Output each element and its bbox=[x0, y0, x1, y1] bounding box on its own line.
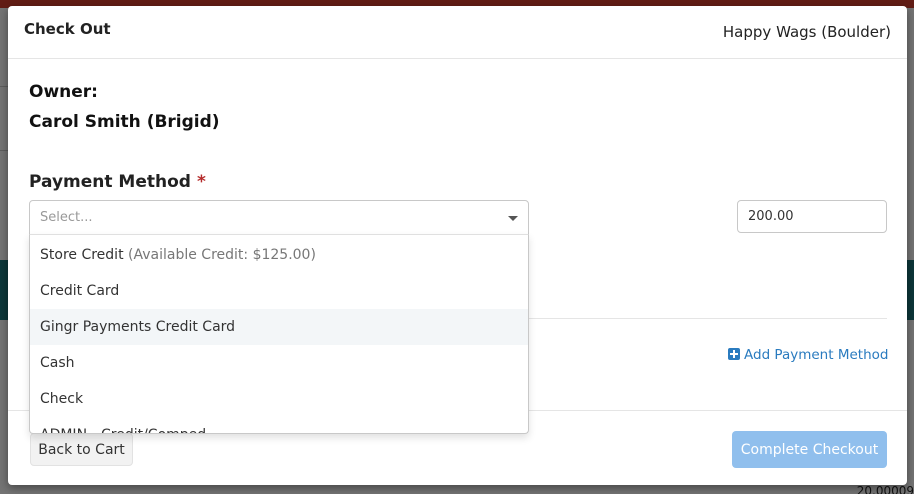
dropdown-option-label: Store Credit bbox=[40, 247, 124, 263]
dropdown-option-label: Credit Card bbox=[40, 283, 120, 299]
dropdown-option-text: Check bbox=[40, 391, 83, 407]
add-payment-method-label: Add Payment Method bbox=[744, 347, 889, 363]
payment-amount-input[interactable] bbox=[737, 200, 887, 233]
caret-down-icon[interactable] bbox=[508, 216, 518, 221]
required-marker: * bbox=[196, 172, 206, 192]
modal-header: Check Out Happy Wags (Boulder) bbox=[8, 6, 907, 59]
select-placeholder: Select... bbox=[40, 210, 93, 225]
dropdown-option-label: ADMIN - Credit/Comped bbox=[40, 427, 206, 433]
owner-name: Carol Smith (Brigid) bbox=[29, 112, 220, 132]
checkout-modal: Check Out Happy Wags (Boulder) Owner: Ca… bbox=[8, 6, 907, 485]
dropdown-option-text: ADMIN - Credit/Comped bbox=[40, 427, 206, 433]
complete-checkout-button[interactable]: Complete Checkout bbox=[732, 431, 887, 468]
payment-method-label-text: Payment Method bbox=[29, 172, 191, 192]
dropdown-option-text: Cash bbox=[40, 355, 75, 371]
dropdown-option-sublabel: (Available Credit: $125.00) bbox=[128, 247, 316, 263]
modal-title: Check Out bbox=[24, 20, 111, 38]
add-payment-method-link[interactable]: Add Payment Method bbox=[728, 347, 888, 363]
dropdown-option[interactable]: Store Credit (Available Credit: $125.00) bbox=[30, 237, 528, 273]
dropdown-option-text: Store Credit (Available Credit: $125.00) bbox=[40, 247, 316, 263]
dropdown-option[interactable]: Credit Card bbox=[30, 273, 528, 309]
dropdown-option[interactable]: Cash bbox=[30, 345, 528, 381]
dropdown-option[interactable]: ADMIN - Credit/Comped bbox=[30, 417, 528, 433]
payment-method-select[interactable]: Select... bbox=[29, 200, 529, 235]
dropdown-option-label: Check bbox=[40, 391, 84, 407]
plus-square-icon bbox=[728, 348, 740, 360]
back-to-cart-button[interactable]: Back to Cart bbox=[30, 433, 133, 466]
modal-location: Happy Wags (Boulder) bbox=[722, 23, 891, 41]
payment-method-label: Payment Method * bbox=[29, 172, 206, 192]
dropdown-option-label: Cash bbox=[40, 355, 75, 371]
payment-method-dropdown: Store Credit (Available Credit: $125.00)… bbox=[29, 234, 529, 434]
dropdown-option-text: Credit Card bbox=[40, 283, 119, 299]
dropdown-option-text: Gingr Payments Credit Card bbox=[40, 319, 235, 335]
dropdown-option[interactable]: Gingr Payments Credit Card bbox=[30, 309, 528, 345]
dropdown-option-label: Gingr Payments Credit Card bbox=[40, 319, 236, 335]
owner-label: Owner: bbox=[29, 82, 98, 102]
dropdown-option[interactable]: Check bbox=[30, 381, 528, 417]
